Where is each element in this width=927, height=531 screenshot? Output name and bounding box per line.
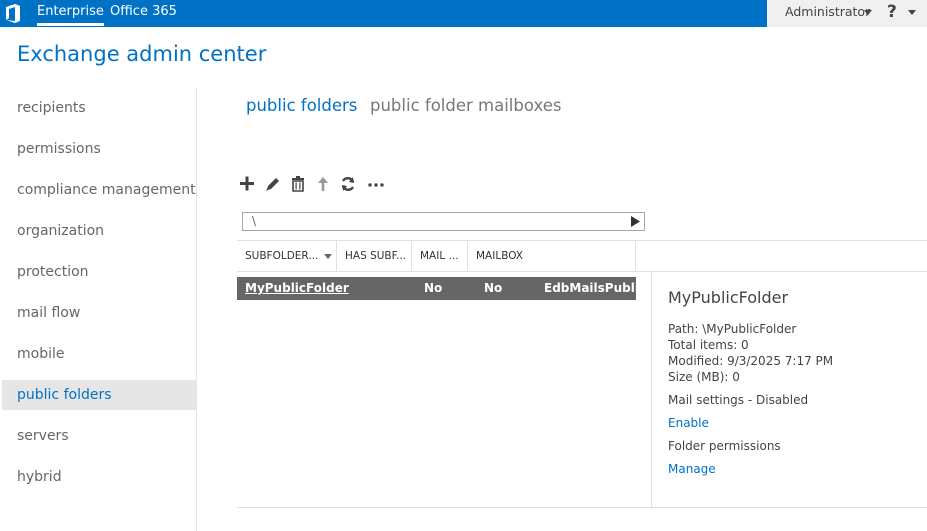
column-header-mailbox[interactable]: MAILBOX [468,241,636,271]
user-menu-area: Administrator ? [767,0,927,27]
help-icon[interactable]: ? [887,0,897,24]
edit-button[interactable] [263,172,283,196]
nav-item-mail-flow[interactable]: mail flow [2,298,196,328]
top-navigation-bar: Enterprise Office 365 Administrator ? [0,0,927,27]
more-icon [368,183,384,187]
nav-item-hybrid[interactable]: hybrid [2,462,196,492]
nav-item-recipients[interactable]: recipients [2,93,196,123]
move-up-button[interactable] [313,172,333,196]
grid-header: SUBFOLDER... HAS SUBF... MAIL ... MAILBO… [237,240,927,272]
app-title: Exchange admin center [17,42,267,66]
tab-enterprise[interactable]: Enterprise [28,0,113,27]
folder-path-input[interactable]: \ [242,212,645,231]
edit-icon [266,178,279,191]
user-menu-button[interactable]: Administrator [785,0,870,24]
nav-item-mobile[interactable]: mobile [2,339,196,369]
add-icon [240,176,254,191]
tab-office-365[interactable]: Office 365 [110,0,177,27]
details-total-items: Total items: 0 [668,338,749,352]
chevron-down-icon[interactable] [908,10,916,15]
nav-item-organization[interactable]: organization [2,216,196,246]
details-path: Path: \MyPublicFolder [668,322,797,336]
details-size: Size (MB): 0 [668,370,740,384]
chevron-down-icon[interactable] [864,10,872,15]
delete-icon [292,176,304,192]
details-pane: MyPublicFolder Path: \MyPublicFolder Tot… [651,272,927,507]
column-header-subfolder-label: SUBFOLDER... [245,250,319,262]
cell-mail-enabled: No [484,281,503,295]
nav-item-public-folders[interactable]: public folders [2,380,196,410]
enable-link[interactable]: Enable [668,416,709,430]
office-logo-icon[interactable] [5,4,21,23]
nav-item-permissions[interactable]: permissions [2,134,196,164]
manage-link[interactable]: Manage [668,462,716,476]
divider [237,507,927,508]
add-button[interactable] [237,172,257,196]
details-modified: Modified: 9/3/2025 7:17 PM [668,354,834,368]
nav-item-servers[interactable]: servers [2,421,196,451]
refresh-icon [341,177,355,191]
tab-public-folders[interactable]: public folders [246,96,357,115]
play-arrow-icon[interactable] [628,215,642,228]
more-button[interactable] [366,172,386,196]
tab-public-folder-mailboxes[interactable]: public folder mailboxes [370,96,561,115]
details-mail-settings: Mail settings - Disabled [668,393,809,407]
column-header-has-subfolders[interactable]: HAS SUBF... [337,241,412,271]
cell-has-subfolders: No [424,281,443,295]
tab-enterprise-label: Enterprise [37,4,104,19]
refresh-button[interactable] [338,172,358,196]
left-navigation: recipients permissions compliance manage… [0,88,197,531]
column-header-mail-enabled[interactable]: MAIL ... [412,241,468,271]
folder-path-value: \ [252,214,257,228]
delete-button[interactable] [288,172,308,196]
column-header-subfolder[interactable]: SUBFOLDER... [237,241,337,271]
move-up-icon [318,177,328,191]
nav-item-protection[interactable]: protection [2,257,196,287]
nav-item-compliance-management[interactable]: compliance management [2,175,196,205]
active-tab-indicator [37,23,104,26]
table-row[interactable]: MyPublicFolder No No EdbMailsPubli... [237,277,653,300]
cell-folder-name[interactable]: MyPublicFolder [245,277,349,300]
details-title: MyPublicFolder [668,288,789,307]
cell-mailbox: EdbMailsPubli... [544,281,653,295]
sort-down-icon [324,254,332,259]
details-folder-permissions: Folder permissions [668,439,781,453]
